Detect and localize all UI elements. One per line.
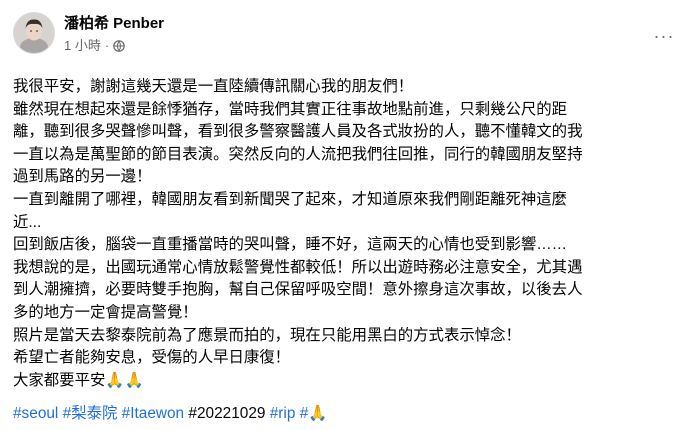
author-name[interactable]: 潘柏希 Penber (64, 14, 164, 34)
post-body: 我很平安，謝謝這幾天還是一直陸續傳訊關心我的朋友們！ 雖然現在想起來還是餘悸猶存… (13, 76, 685, 392)
post-line: 雖然現在想起來還是餘悸猶存，當時我們其實正往事故地點前進，只剩幾公尺的距 (13, 100, 568, 118)
hashtag-seoul[interactable]: #seoul (13, 405, 58, 422)
post-line: 到人潮擁擠，必要時雙手抱胸，幫自己保留呼吸空間！意外擦身這次事故，以後去人 (13, 281, 583, 299)
post-line: 希望亡者能夠安息，受傷的人早日康復！ (13, 349, 291, 367)
meta-separator: · (104, 38, 110, 53)
hashtag-date: #20221029 (188, 405, 266, 422)
post-line: 大家都要平安🙏🙏 (13, 371, 144, 389)
post-line: 離，聽到很多哭聲慘叫聲，看到很多警察醫護人員及各式妝扮的人，聽不懂韓文的我 (13, 123, 583, 141)
hashtag-itaewon[interactable]: #Itaewon (122, 405, 184, 422)
post-line: 我很平安，謝謝這幾天還是一直陸續傳訊關心我的朋友們！ (13, 78, 414, 95)
globe-icon (113, 40, 125, 52)
post-line: 回到飯店後，腦袋一直重播當時的哭叫聲，睡不好，這兩天的心情也受到影響…… (13, 236, 568, 254)
post-line: 一直到離開了哪裡，韓國朋友看到新聞哭了起來，才知道原來我們剛距離死神這麼 (13, 190, 568, 208)
more-options-icon[interactable]: ··· (646, 22, 682, 50)
post-line: 照片是當天去黎泰院前為了應景而拍的，現在只能用黑白的方式表示悼念！ (13, 326, 521, 344)
post-line: 近... (13, 213, 42, 231)
post-line: 一直以為是萬聖節的節目表演。突然反向的人流把我們往回推，同行的韓國朋友堅持 (13, 145, 583, 163)
hashtag-pray[interactable]: #🙏 (300, 405, 328, 422)
hashtag-rip[interactable]: #rip (270, 405, 296, 422)
hashtag-row: #seoul #梨泰院 #Itaewon #20221029 #rip #🙏 (13, 403, 327, 425)
post-line: 我想說的是，出國玩通常心情放鬆警覺性都較低！所以出遊時務必注意安全，尤其遇 (13, 258, 583, 276)
post-timestamp[interactable]: 1 小時 (64, 38, 101, 54)
hashtag-itaewon-zh[interactable]: #梨泰院 (63, 405, 118, 422)
post-meta: 1 小時 · (64, 38, 125, 54)
post-line: 多的地方一定會提高警覺！ (13, 303, 198, 321)
avatar[interactable] (13, 12, 55, 54)
post-line: 過到馬路的另一邊！ (13, 168, 152, 186)
post-header: 潘柏希 Penber 1 小時 · ··· (0, 0, 694, 66)
